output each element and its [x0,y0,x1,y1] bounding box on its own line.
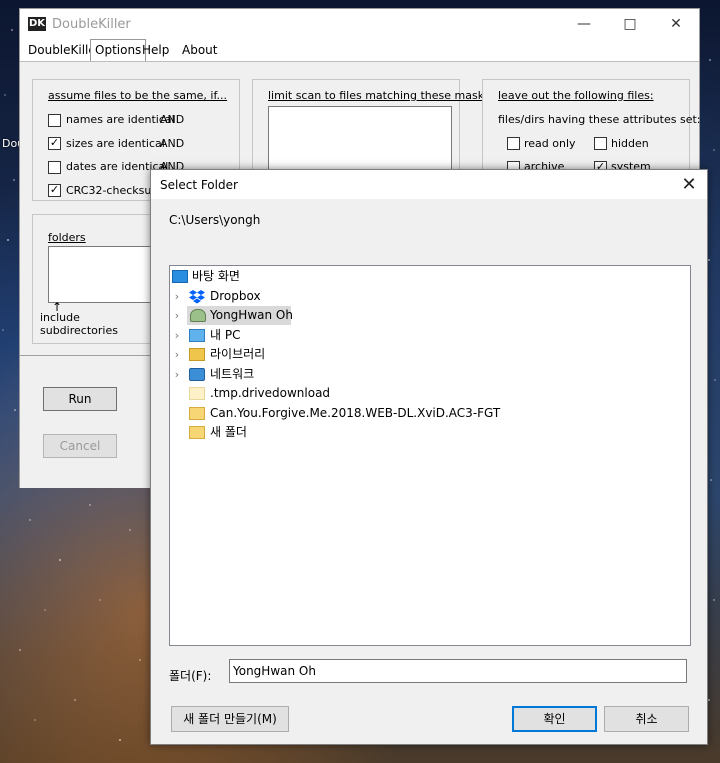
folder-name-input[interactable]: YongHwan Oh [229,659,687,683]
dialog-close-icon[interactable]: ✕ [671,170,707,199]
tree-item-label: Dropbox [210,289,261,303]
folder-icon [189,407,205,420]
expand-chevron-icon[interactable]: › [172,345,182,364]
expand-chevron-icon[interactable]: › [172,306,182,325]
tab-help[interactable]: Help [138,41,173,59]
current-path: C:\Users\yongh [169,213,261,227]
dialog-title-bar[interactable]: Select Folder ✕ [151,170,707,199]
include-label: include [40,311,80,324]
dialog-cancel-button[interactable]: 취소 [604,706,689,732]
hidden-checkbox[interactable] [594,137,607,150]
same-criteria-heading: assume files to be the same, if... [48,89,228,102]
tree-item-label: 바탕 화면 [192,269,240,283]
expand-chevron-icon[interactable]: › [172,365,182,384]
doublekiller-app-icon: DK [28,17,46,31]
tab-about[interactable]: About [178,41,221,59]
maximize-button[interactable]: □ [607,9,653,39]
ok-button[interactable]: 확인 [512,706,597,732]
expand-chevron-icon[interactable]: › [172,326,182,345]
folder-icon [189,426,205,439]
folder-icon [189,387,205,400]
masks-input[interactable] [268,106,452,170]
expand-chevron-icon[interactable]: › [172,287,182,306]
tree-item-pc[interactable]: › 내 PC [170,326,690,345]
title-bar[interactable]: DK DoubleKiller — □ ✕ [20,9,699,39]
names-checkbox[interactable] [48,114,61,127]
subdirectories-label: subdirectories [40,324,118,337]
tree-item-label: 네트워크 [210,367,255,381]
folders-list[interactable] [48,246,160,303]
readonly-label: read only [524,137,576,150]
leave-out-group: leave out the following files: files/dir… [482,79,700,174]
folders-heading: folders [48,231,86,244]
masks-group: limit scan to files matching these masks… [252,79,494,171]
tree-item-library[interactable]: › 라이브러리 [170,345,690,364]
dropbox-icon [189,290,205,304]
close-button[interactable]: ✕ [653,9,699,39]
tree-item-label: 라이브러리 [210,347,266,361]
folder-tree[interactable]: 바탕 화면 › Dropbox › YongHwan Oh › 내 PC › 라… [169,265,691,646]
tree-item-folder[interactable]: 새 폴더 [170,423,690,442]
library-icon [189,348,205,361]
tree-item-label: YongHwan Oh [210,308,293,322]
tab-menu: DoubleKiller Options Help About [20,39,699,61]
select-folder-dialog: Select Folder ✕ C:\Users\yongh 바탕 화면 › D… [150,169,708,745]
tree-item-folder[interactable]: Can.You.Forgive.Me.2018.WEB-DL.XviD.AC3-… [170,404,690,423]
tree-item-network[interactable]: › 네트워크 [170,365,690,384]
divider [20,355,150,356]
readonly-checkbox[interactable] [507,137,520,150]
crc32-label: CRC32-checksum [66,184,163,197]
pc-icon [189,329,205,342]
desktop-icon [172,270,188,283]
names-label: names are identical [66,113,175,126]
network-icon [189,368,205,381]
leave-out-heading: leave out the following files: [498,89,654,102]
sizes-label: sizes are identical [66,137,165,150]
crc32-checkbox[interactable]: ✓ [48,184,61,197]
tree-item-dropbox[interactable]: › Dropbox [170,287,690,306]
user-icon [190,309,206,322]
names-and: AND [160,113,185,126]
window-title: DoubleKiller [52,17,131,32]
minimize-button[interactable]: — [561,9,607,39]
tree-item-desktop[interactable]: 바탕 화면 [170,267,690,286]
sizes-and: AND [160,137,185,150]
dialog-title: Select Folder [160,178,238,192]
masks-heading: limit scan to files matching these masks… [268,89,494,102]
tree-item-label: .tmp.drivedownload [210,386,331,400]
tree-item-label: 내 PC [210,328,241,342]
hidden-label: hidden [611,137,649,150]
new-folder-button[interactable]: 새 폴더 만들기(M) [171,706,289,732]
folder-label: 폴더(F): [169,669,212,683]
sizes-checkbox[interactable]: ✓ [48,137,61,150]
tree-item-label: 새 폴더 [210,425,247,439]
run-button[interactable]: Run [43,387,117,411]
tree-item-label: Can.You.Forgive.Me.2018.WEB-DL.XviD.AC3-… [210,406,501,420]
cancel-button[interactable]: Cancel [43,434,117,458]
attributes-subheading: files/dirs having these attributes set: [498,113,701,126]
tree-item-folder[interactable]: .tmp.drivedownload [170,384,690,403]
tree-item-user[interactable]: › YongHwan Oh [170,306,690,325]
dates-checkbox[interactable] [48,161,61,174]
